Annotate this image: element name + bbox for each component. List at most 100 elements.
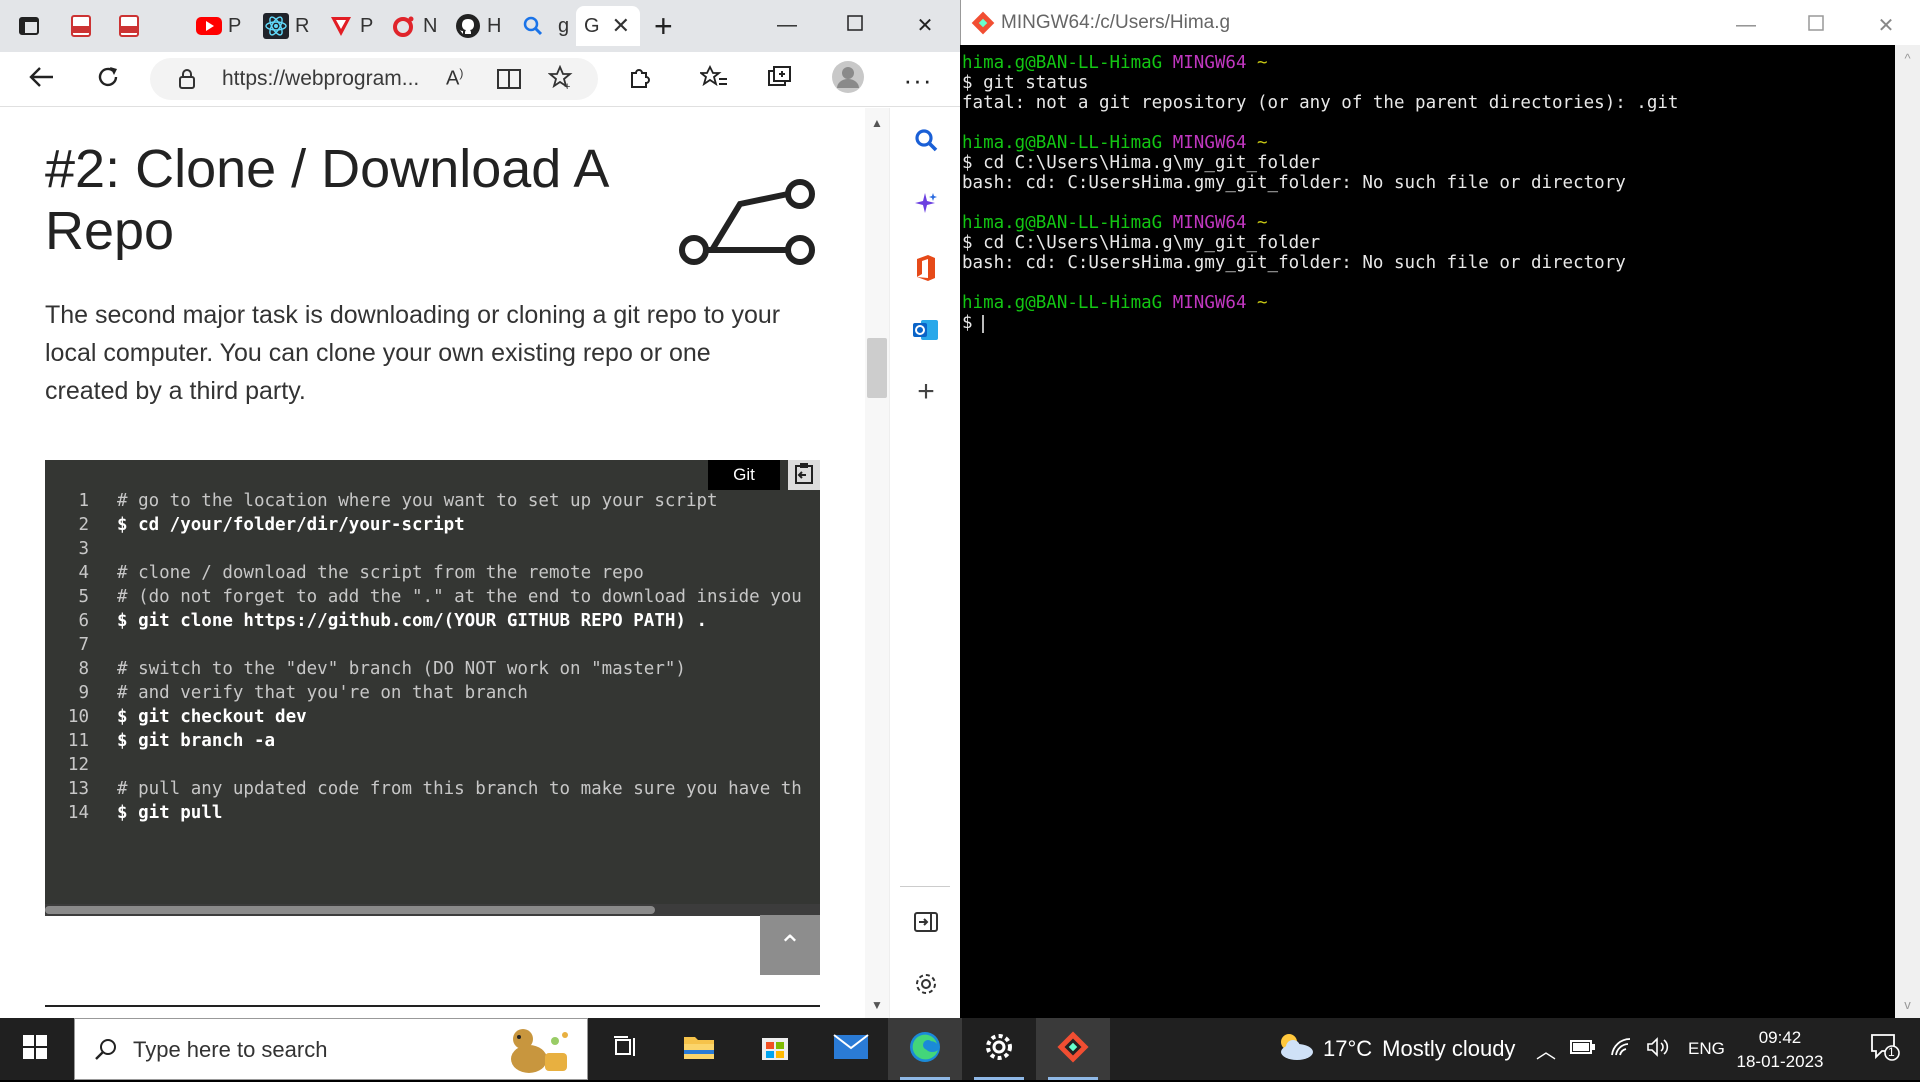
sidebar-discover-button[interactable] — [904, 184, 948, 228]
volume-icon[interactable] — [1646, 1036, 1670, 1062]
code-text: $ git pull — [117, 803, 223, 823]
profile-button[interactable] — [828, 60, 868, 98]
tab-opera[interactable]: N — [391, 6, 437, 46]
minimize-icon: — — [1736, 13, 1756, 36]
page-title: #2: Clone / Download A Repo — [45, 139, 607, 261]
hide-sidebar-button[interactable] — [904, 902, 948, 946]
sidebar-add-button[interactable]: + — [904, 370, 948, 414]
svg-text:+: + — [564, 81, 570, 91]
scroll-down-arrow-icon[interactable]: ▼ — [865, 998, 889, 1012]
start-button[interactable] — [0, 1018, 70, 1080]
tab-actions-button[interactable] — [16, 6, 42, 46]
tab-vivaldi[interactable]: P — [328, 6, 373, 46]
scrollbar-thumb[interactable] — [45, 906, 655, 914]
tab-pdf-1[interactable] — [68, 6, 94, 46]
vivaldi-icon — [328, 13, 354, 39]
collections-button[interactable] — [760, 62, 800, 98]
terminal-output[interactable]: hima.g@BAN-LL-HimaG MINGW64 ~ $ git statu… — [960, 45, 1895, 1018]
scrollbar-thumb[interactable] — [867, 338, 887, 398]
clock-date: 18-01-2023 — [1736, 1052, 1824, 1071]
immersive-reader-icon[interactable] — [496, 67, 524, 96]
terminal-cursor — [982, 315, 984, 333]
scroll-to-top-button[interactable]: ⌃ — [760, 915, 820, 975]
wifi-icon[interactable] — [1610, 1037, 1634, 1062]
tab-active[interactable]: G ✕ — [576, 6, 640, 46]
taskbar-clock[interactable]: 09:42 18-01-2023 — [1720, 1026, 1840, 1074]
tab-pdf-2[interactable] — [116, 6, 142, 46]
tab-youtube[interactable]: P — [196, 6, 241, 46]
search-icon — [93, 1037, 119, 1068]
refresh-icon — [95, 64, 121, 97]
new-tab-button[interactable]: + — [654, 6, 673, 46]
youtube-icon — [196, 13, 222, 39]
maximize-button[interactable] — [1791, 8, 1841, 42]
weather-widget[interactable]: 17°C Mostly cloudy — [1275, 1018, 1515, 1080]
maximize-button[interactable] — [830, 8, 880, 42]
add-favorite-icon[interactable]: + — [547, 64, 574, 96]
terminal-output-line: bash: cd: C:UsersHima.gmy_git_folder: No… — [962, 253, 1626, 273]
scroll-down-arrow-icon[interactable]: v — [1895, 997, 1920, 1012]
office-icon — [914, 254, 938, 287]
sidebar-office-button[interactable] — [904, 248, 948, 292]
edge-icon — [908, 1030, 942, 1069]
favorites-list-icon — [698, 64, 728, 96]
taskbar-search-box[interactable]: Type here to search — [74, 1018, 588, 1080]
prompt-user: hima.g@BAN-LL-HimaG — [962, 53, 1163, 73]
git-bash-icon — [971, 11, 995, 40]
react-icon — [263, 13, 289, 39]
tab-label: P — [228, 14, 242, 37]
extensions-button[interactable] — [620, 62, 660, 98]
sidebar-outlook-button[interactable] — [904, 310, 948, 354]
settings-taskbar-button[interactable] — [962, 1018, 1036, 1080]
task-view-icon — [612, 1035, 638, 1064]
edge-taskbar-button[interactable] — [888, 1018, 962, 1080]
cloudy-weather-icon — [1275, 1030, 1315, 1068]
close-window-button[interactable]: ✕ — [1861, 8, 1911, 42]
terminal-prompt: hima.g@BAN-LL-HimaG MINGW64 ~ — [962, 133, 1268, 153]
tab-github[interactable]: H — [455, 6, 501, 46]
copy-code-button[interactable] — [788, 460, 820, 490]
arrow-left-icon — [29, 66, 55, 95]
prompt-env: MINGW64 — [1172, 293, 1247, 313]
microsoft-store-button[interactable] — [738, 1018, 812, 1080]
prompt-user: hima.g@BAN-LL-HimaG — [962, 213, 1163, 233]
tab-search[interactable]: g — [520, 6, 569, 46]
code-horizontal-scrollbar[interactable] — [45, 904, 820, 916]
terminal-scrollbar[interactable]: ^ v — [1895, 45, 1920, 1018]
settings-more-button[interactable]: ··· — [898, 62, 938, 98]
read-aloud-icon[interactable]: A) — [446, 66, 463, 91]
prompt-dir: ~ — [1257, 213, 1268, 233]
page-vertical-scrollbar[interactable]: ▲ ▼ — [865, 108, 889, 1018]
scroll-up-arrow-icon[interactable]: ^ — [1895, 51, 1920, 66]
back-button[interactable] — [22, 62, 62, 98]
git-bash-taskbar-button[interactable] — [1036, 1018, 1110, 1080]
close-window-button[interactable]: ✕ — [900, 8, 950, 42]
notification-count: 1 — [1888, 1044, 1895, 1059]
refresh-button[interactable] — [88, 62, 128, 98]
section-divider — [45, 1005, 820, 1007]
tab-label: G — [584, 14, 600, 37]
minimize-button[interactable]: — — [1721, 8, 1771, 42]
tab-actions-icon — [16, 13, 42, 39]
sidebar-settings-button[interactable] — [904, 964, 948, 1008]
tab-react[interactable]: R — [263, 6, 309, 46]
task-view-button[interactable] — [588, 1018, 662, 1080]
search-highlight-icon — [495, 1023, 581, 1082]
code-block: Git 1 # go to the location where you want… — [45, 460, 820, 916]
battery-icon[interactable] — [1570, 1039, 1596, 1060]
sidebar-search-button[interactable] — [904, 120, 948, 164]
tab-label: g — [558, 14, 570, 37]
system-tray: ︿ ENG — [1530, 1018, 1725, 1080]
mail-button[interactable] — [814, 1018, 888, 1080]
favorites-button[interactable] — [694, 62, 734, 98]
scroll-up-arrow-icon[interactable]: ▲ — [865, 116, 889, 130]
close-tab-icon[interactable]: ✕ — [612, 13, 630, 39]
weather-description: Mostly cloudy — [1382, 1036, 1516, 1061]
tab-label: H — [487, 14, 502, 37]
show-hidden-icons-chevron-up-icon[interactable]: ︿ — [1536, 1035, 1556, 1064]
notification-icon: 1 — [1870, 1033, 1900, 1066]
file-explorer-button[interactable] — [662, 1018, 736, 1080]
notification-center-button[interactable]: 1 — [1850, 1018, 1920, 1080]
minimize-button[interactable]: — — [762, 8, 812, 42]
address-bar[interactable]: https://webprogram... A) + — [150, 58, 598, 100]
